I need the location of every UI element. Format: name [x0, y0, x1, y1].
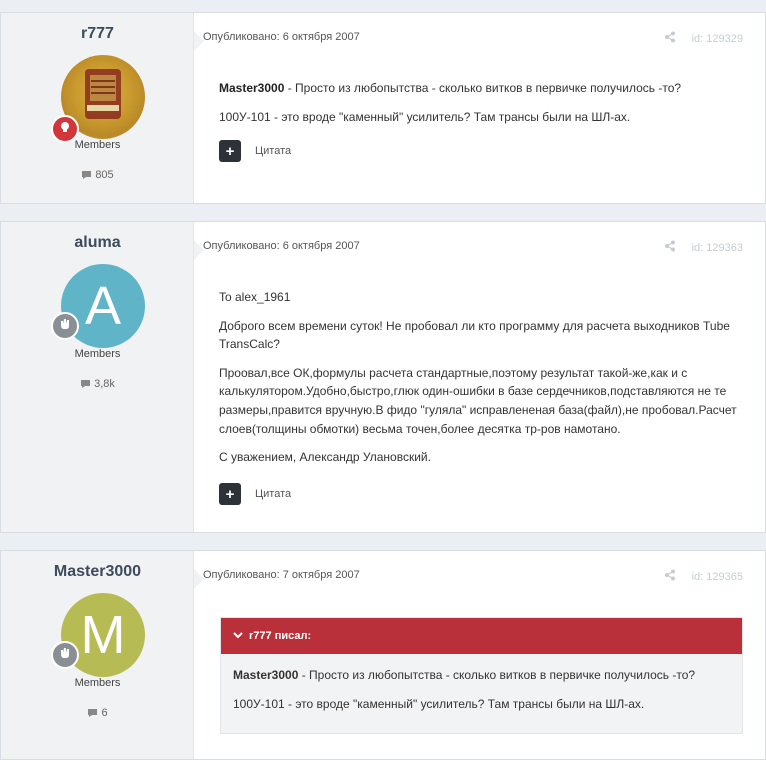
post-content: Master3000 - Просто из любопытства - ско… [219, 79, 743, 136]
author-panel: Master3000 M Members 6 [1, 551, 194, 759]
post: Master3000 M Members 6 Опубликовано: 7 о… [0, 550, 766, 760]
rank-badge [51, 312, 79, 340]
post-date: Опубликовано: 7 октября 2007 [203, 569, 360, 581]
share-icon[interactable] [664, 569, 676, 584]
post: r777 Members 805 Опубликовано: 6 октября… [0, 12, 766, 204]
post-meta-right: id: 129329 [664, 31, 743, 46]
share-icon[interactable] [664, 31, 676, 46]
post-count: 6 [1, 707, 194, 719]
author-name[interactable]: Master3000 [1, 563, 194, 581]
post-actions: + Цитата [219, 140, 291, 162]
quote-paragraph: Master3000 - Просто из любопытства - ско… [233, 666, 730, 685]
post-paragraph: 100У-101 - это вроде "каменный" усилител… [219, 109, 631, 124]
comment-icon [87, 707, 101, 719]
post-paragraph: Master3000 - Просто из любопытства - ско… [219, 79, 743, 98]
quote-button[interactable]: Цитата [255, 488, 291, 500]
post-id[interactable]: id: 129365 [692, 571, 743, 583]
hand-icon [58, 317, 72, 336]
comment-icon [80, 378, 94, 390]
post-paragraph: С уважением, Александр Улановский. [219, 450, 431, 465]
quote-header[interactable]: r777 писал: [221, 618, 742, 654]
quote-author: r777 писал: [249, 630, 312, 642]
post-id[interactable]: id: 129363 [692, 242, 743, 254]
post-paragraph: Доброго всем времени суток! Не пробовал … [219, 318, 730, 352]
quote-paragraph: 100У-101 - это вроде "каменный" усилител… [233, 696, 645, 711]
lightbulb-icon [58, 120, 72, 139]
mention: Master3000 [219, 81, 285, 95]
post-actions: + Цитата [219, 483, 291, 505]
plus-icon[interactable]: + [219, 483, 241, 505]
mention: Master3000 [233, 668, 299, 682]
paragraph-text: - Просто из любопытства - сколько витков… [284, 81, 682, 95]
author-panel: aluma A Members 3,8k [1, 222, 194, 532]
rank-badge [51, 641, 79, 669]
post-count-value: 3,8k [94, 378, 115, 390]
post-count-value: 805 [95, 169, 114, 181]
post-id[interactable]: id: 129329 [692, 33, 743, 45]
plus-icon[interactable]: + [219, 140, 241, 162]
chevron-down-icon[interactable] [233, 630, 243, 642]
author-name[interactable]: r777 [1, 25, 194, 43]
quote-body: Master3000 - Просто из любопытства - ско… [221, 654, 742, 733]
post: aluma A Members 3,8k Опубликовано: 6 окт… [0, 221, 766, 533]
post-date: Опубликовано: 6 октября 2007 [203, 240, 360, 252]
author-panel: r777 Members 805 [1, 13, 194, 203]
post-paragraph: Проовал,все ОК,формулы расчета стандартн… [219, 365, 737, 436]
paragraph-text: - Просто из любопытства - сколько витков… [298, 668, 696, 682]
quote-button[interactable]: Цитата [255, 145, 291, 157]
post-meta-right: id: 129365 [664, 569, 743, 584]
post-date: Опубликовано: 6 октября 2007 [203, 31, 360, 43]
post-content: To alex_1961 Доброго всем времени суток!… [219, 288, 743, 477]
share-icon[interactable] [664, 240, 676, 255]
author-name[interactable]: aluma [1, 234, 194, 252]
user-group: Members [74, 139, 121, 151]
comment-icon [81, 169, 95, 181]
post-count-value: 6 [101, 707, 108, 719]
post-meta-right: id: 129363 [664, 240, 743, 255]
post-count: 805 [1, 169, 194, 181]
hand-icon [58, 646, 72, 665]
user-group: Members [74, 677, 121, 689]
quote-block: r777 писал: Master3000 - Просто из любоп… [220, 617, 743, 735]
user-group: Members [74, 348, 121, 360]
post-paragraph: To alex_1961 [219, 290, 291, 304]
post-count: 3,8k [1, 378, 194, 390]
